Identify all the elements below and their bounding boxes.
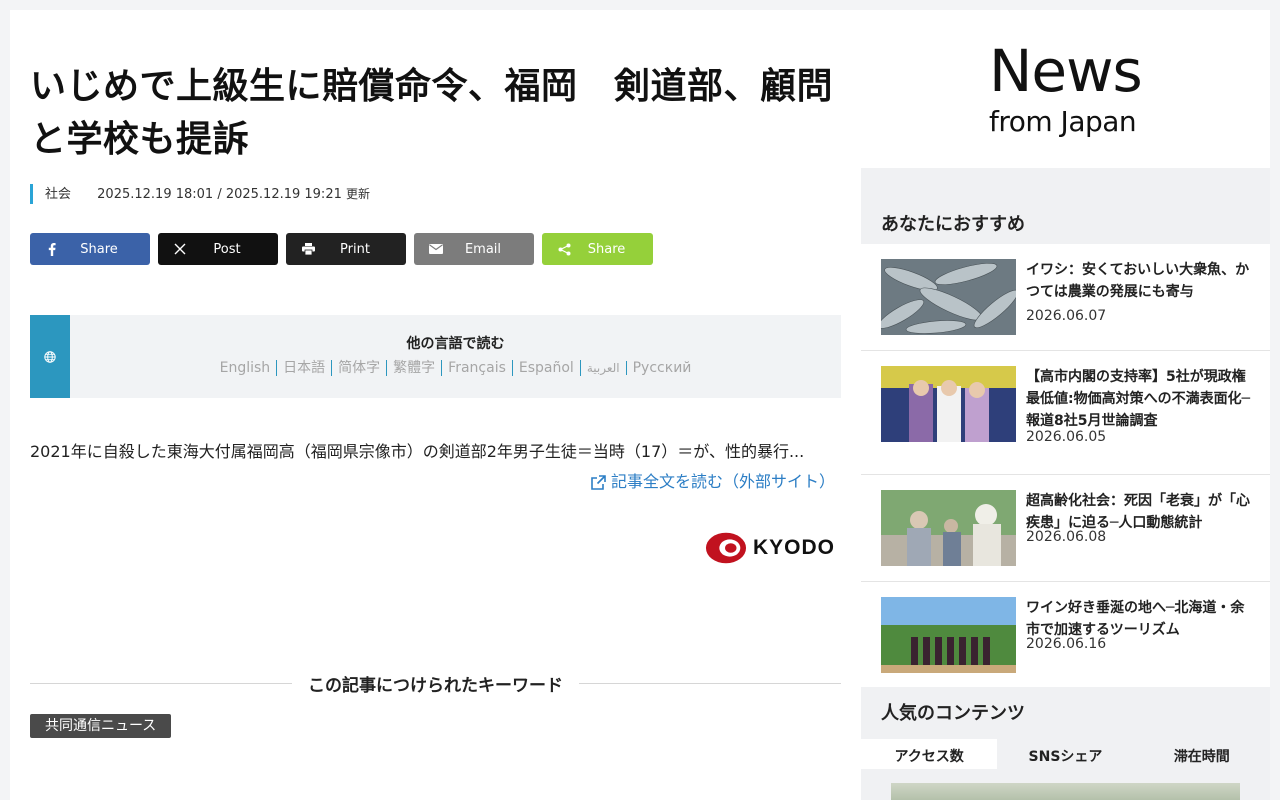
facebook-icon (44, 233, 60, 265)
tab-time-on-page[interactable]: 滞在時間 (1134, 739, 1270, 769)
recommended-date: 2026.06.05 (1026, 429, 1107, 445)
language-link-japanese[interactable]: 日本語 (277, 360, 333, 376)
share-icon (556, 233, 572, 265)
recommended-item[interactable]: イワシ：安くておいしい大衆魚、かつては農業の発展にも寄与 2026.06.07 (861, 244, 1270, 351)
read-full-article-link[interactable]: 記事全文を読む（外部サイト） (590, 468, 835, 496)
article-excerpt: 2021年に自殺した東海大付属福岡高（福岡県宗像市）の剣道部2年男子生徒＝当時（… (30, 442, 805, 461)
keyword-tag[interactable]: 共同通信ニュース (30, 714, 172, 738)
recommended-item[interactable]: ワイン好き垂涎の地へ─北海道・余市で加速するツーリズム 2026.06.16 (861, 582, 1270, 687)
recommended-title-text: 超高齢化社会：死因「老衰」が「心疾患」に迫る─人口動態統計 (1026, 493, 1250, 531)
keywords-title: この記事につけられたキーワード (308, 675, 563, 696)
recommended-thumbnail-winery (881, 597, 1016, 673)
keywords-heading: この記事につけられたキーワード (30, 670, 841, 696)
article-dates: 2025.12.19 18:01 / 2025.12.19 19:21 (97, 187, 342, 202)
facebook-share-button[interactable]: Share (30, 233, 150, 265)
recommended-list: イワシ：安くておいしい大衆魚、かつては農業の発展にも寄与 2026.06.07 (861, 244, 1270, 687)
envelope-icon (428, 233, 444, 265)
email-button[interactable]: Email (414, 233, 534, 265)
kyodo-logo-mark (705, 532, 747, 564)
page: いじめで上級生に賠償命令、福岡 剣道部、顧問と学校も提訴 社会 2025.12.… (10, 10, 1270, 800)
language-list: English 日本語 简体字 繁體字 Français Español العربية Ру… (70, 357, 841, 377)
divider (30, 682, 292, 684)
language-link-english[interactable]: English (213, 360, 278, 376)
popular-thumbnail[interactable] (891, 783, 1240, 800)
recommended-title: あなたにおすすめ (881, 214, 1025, 235)
sidebar: News from Japan あなたにおすすめ イワシ：安くておいしい大衆魚、… (861, 10, 1270, 800)
recommended-item[interactable]: 超高齢化社会：死因「老衰」が「心疾患」に迫る─人口動態統計 2026.06.08 (861, 475, 1270, 582)
tab-sns-share[interactable]: SNSシェア (997, 739, 1133, 769)
recommended-title-text: ワイン好き垂涎の地へ─北海道・余市で加速するツーリズム (1026, 600, 1245, 638)
article-meta: 社会 2025.12.19 18:01 / 2025.12.19 19:21 更… (30, 184, 370, 204)
language-link-spanish[interactable]: Español (512, 360, 581, 376)
popular-tabs: アクセス数 SNSシェア 滞在時間 (861, 739, 1270, 769)
language-link-french[interactable]: Français (442, 360, 513, 376)
recommended-thumbnail-campaign (881, 366, 1016, 442)
tab-access-count[interactable]: アクセス数 (861, 739, 998, 769)
language-link-russian[interactable]: Русский (627, 360, 698, 376)
recommended-thumbnail-sardines (881, 259, 1016, 335)
recommended-date: 2026.06.07 (1026, 308, 1107, 324)
logo-from-japan-text: from Japan (989, 105, 1137, 138)
printer-icon (300, 233, 316, 265)
category-link[interactable]: 社会 (45, 187, 71, 202)
recommended-title-text: 【高市内閣の支持率】5社が現政権最低値:物価高対策への不満表面化─報道8社5月世… (1026, 369, 1251, 429)
language-link-arabic[interactable]: العربية (580, 361, 627, 375)
article-main: いじめで上級生に賠償命令、福岡 剣道部、顧問と学校も提訴 社会 2025.12.… (30, 10, 841, 800)
kyodo-logo-text: KYODO (752, 536, 835, 559)
other-languages-box: 他の言語で読む English 日本語 简体字 繁體字 Français Español ا… (30, 315, 841, 398)
recommended-date: 2026.06.08 (1026, 529, 1107, 545)
popular-title: 人気のコンテンツ (881, 703, 1025, 724)
logo-news-text: News (989, 37, 1143, 105)
divider (579, 682, 841, 684)
recommended-title-text: イワシ：安くておいしい大衆魚、かつては農業の発展にも寄与 (1026, 262, 1250, 300)
recommended-thumbnail-elderly (881, 490, 1016, 566)
x-post-button[interactable]: Post (158, 233, 278, 265)
print-button[interactable]: Print (286, 233, 406, 265)
external-link-icon (590, 474, 607, 491)
recommended-item[interactable]: 【高市内閣の支持率】5社が現政権最低値:物価高対策への不満表面化─報道8社5月世… (861, 351, 1270, 475)
updated-label: 更新 (346, 187, 371, 201)
site-logo[interactable]: News from Japan (861, 10, 1270, 168)
read-full-article-label: 記事全文を読む（外部サイト） (610, 472, 835, 491)
other-languages-title: 他の言語で読む (406, 336, 505, 352)
share-button[interactable]: Share (542, 233, 653, 265)
x-icon (172, 233, 188, 265)
globe-icon (30, 315, 70, 398)
share-bar: Share Post Print Email Share (30, 233, 841, 265)
recommended-date: 2026.06.16 (1026, 636, 1107, 652)
language-link-traditional-chinese[interactable]: 繁體字 (387, 360, 443, 376)
language-link-simplified-chinese[interactable]: 简体字 (332, 360, 388, 376)
article-title: いじめで上級生に賠償命令、福岡 剣道部、顧問と学校も提訴 (30, 66, 834, 160)
kyodo-logo: KYODO (705, 530, 835, 566)
